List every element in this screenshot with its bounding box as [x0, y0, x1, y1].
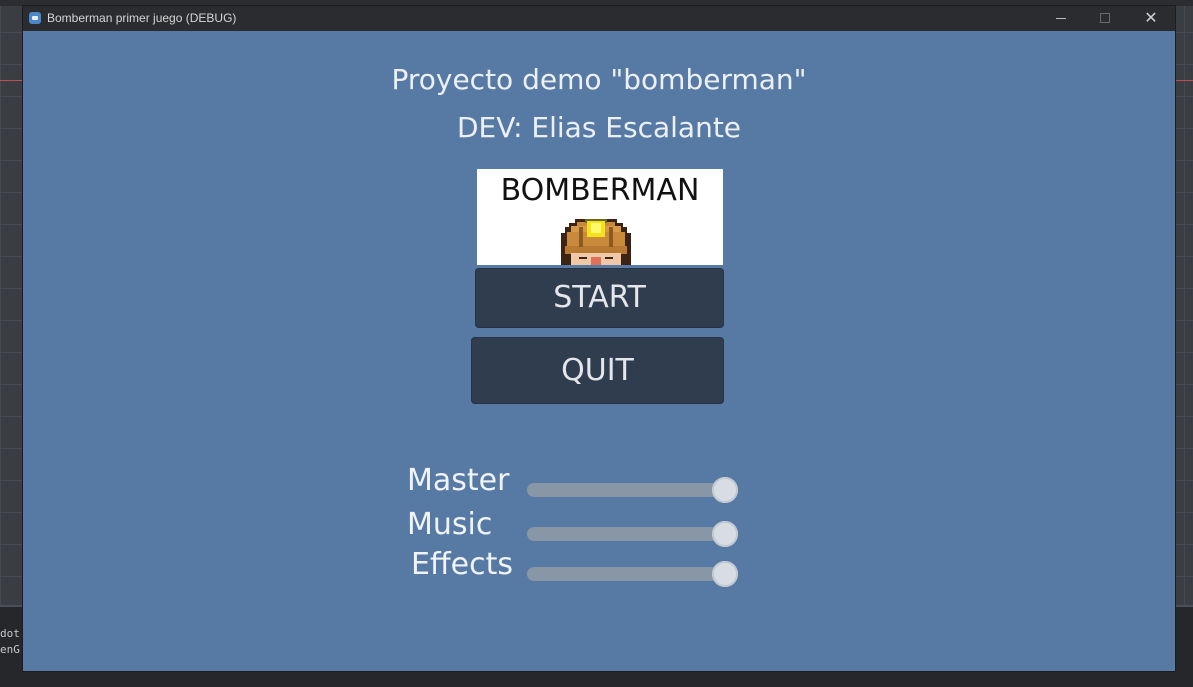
maximize-button[interactable]	[1083, 6, 1127, 31]
master-volume-label: Master	[407, 463, 510, 498]
slider-track[interactable]	[527, 483, 727, 497]
editor-console-text: dot enG	[0, 626, 20, 658]
logo-text: BOMBERMAN	[500, 173, 700, 208]
bomberman-sprite-icon	[561, 219, 631, 265]
maximize-icon	[1100, 13, 1110, 23]
close-icon: ✕	[1144, 8, 1158, 27]
window-title: Bomberman primer juego (DEBUG)	[47, 11, 237, 25]
quit-button[interactable]: QUIT	[471, 337, 724, 404]
master-volume-slider[interactable]	[527, 477, 738, 503]
minimize-button[interactable]	[1039, 6, 1083, 31]
music-volume-slider[interactable]	[527, 521, 738, 547]
main-menu: Proyecto demo "bomberman" DEV: Elias Esc…	[23, 31, 1175, 671]
slider-handle[interactable]	[712, 561, 738, 587]
developer-credit: DEV: Elias Escalante	[456, 111, 742, 144]
slider-handle[interactable]	[712, 477, 738, 503]
menu-title: Proyecto demo "bomberman"	[391, 63, 807, 96]
editor-guide-line	[0, 80, 23, 81]
minimize-icon	[1056, 17, 1066, 19]
console-line: dot	[0, 627, 20, 640]
editor-guide-line	[1175, 80, 1193, 81]
slider-handle[interactable]	[712, 521, 738, 547]
console-line: enG	[0, 643, 20, 656]
music-volume-label: Music	[407, 507, 493, 542]
close-button[interactable]: ✕	[1129, 6, 1173, 31]
slider-track[interactable]	[527, 567, 727, 581]
effects-volume-label: Effects	[411, 547, 513, 582]
game-window: Bomberman primer juego (DEBUG) ✕ Proyect…	[23, 6, 1175, 671]
effects-volume-slider[interactable]	[527, 561, 738, 587]
slider-track[interactable]	[527, 527, 727, 541]
window-titlebar[interactable]: Bomberman primer juego (DEBUG) ✕	[23, 6, 1175, 31]
game-logo: BOMBERMAN	[477, 169, 723, 265]
godot-app-icon	[29, 12, 41, 24]
start-button[interactable]: START	[475, 268, 724, 328]
